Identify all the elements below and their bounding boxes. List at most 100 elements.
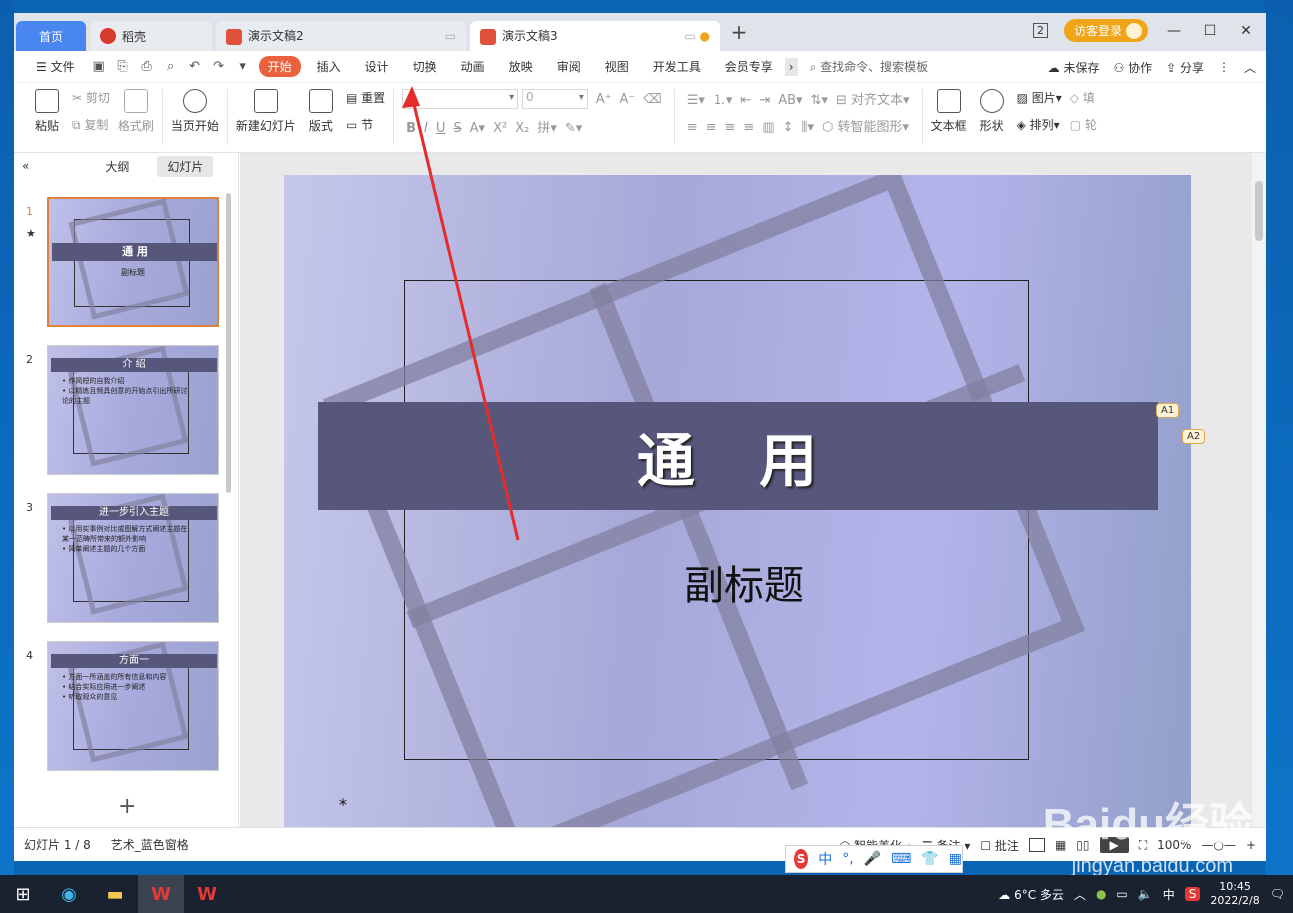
wps-app-icon[interactable]: W — [184, 875, 230, 913]
unsaved-button[interactable]: ☁ 未保存 — [1048, 59, 1100, 76]
canvas-scrollbar[interactable] — [1252, 153, 1266, 827]
export-pdf-icon[interactable]: ⎘ — [114, 59, 132, 74]
comment-marker[interactable]: A1 — [1156, 403, 1180, 418]
menu-start[interactable]: 开始 — [258, 56, 301, 77]
keyboard-icon[interactable]: ⌨ — [891, 851, 911, 867]
shrink-font-icon[interactable]: A⁻ — [620, 92, 636, 107]
superscript-icon[interactable]: X² — [493, 121, 507, 136]
subscript-icon[interactable]: X₂ — [515, 121, 529, 136]
align-text-button[interactable]: ⊟ 对齐文本▾ — [836, 93, 910, 108]
menu-view[interactable]: 视图 — [593, 58, 641, 75]
new-tab-button[interactable]: + — [724, 20, 754, 44]
textbox-button[interactable]: 文本框 — [931, 89, 967, 134]
align-left-icon[interactable]: ≡ — [687, 120, 698, 135]
print-preview-icon[interactable]: ⌕ — [162, 59, 180, 74]
toolbox-icon[interactable]: ▦ — [949, 851, 962, 867]
file-menu[interactable]: ☰ 文件 — [24, 58, 87, 75]
numbering-icon[interactable]: ⒈▾ — [713, 93, 733, 108]
sogou-tray-icon[interactable]: S — [1184, 887, 1201, 901]
line-spacing-icon[interactable]: ⇅▾ — [811, 93, 828, 108]
theme-name[interactable]: 艺术_蓝色窗格 — [101, 836, 199, 853]
panel-scrollbar[interactable] — [226, 193, 231, 493]
align-center-icon[interactable]: ≡ — [706, 120, 717, 135]
clear-format-icon[interactable]: ⌫ — [643, 92, 661, 107]
undo-icon[interactable]: ↶ — [186, 59, 204, 74]
cut-button[interactable]: ✂ 剪切 — [72, 89, 110, 106]
font-size-select[interactable]: 0 — [521, 89, 588, 109]
smart-shape-button[interactable]: ⬡ 转智能图形▾ — [822, 120, 909, 135]
tab-presentation2[interactable]: 演示文稿2 ▭ — [216, 21, 466, 51]
menu-animation[interactable]: 动画 — [449, 58, 497, 75]
add-slide-button[interactable]: + — [118, 794, 136, 819]
notification-icon[interactable]: 🗨 — [1270, 887, 1285, 901]
share-button[interactable]: ⇪ 分享 — [1166, 59, 1204, 76]
punctuation-icon[interactable]: °, — [842, 851, 853, 867]
slide-title[interactable]: 通 用 — [637, 414, 839, 498]
arrange-button[interactable]: ◈ 排列▾ — [1017, 116, 1062, 133]
volume-icon[interactable]: 🔈 — [1138, 887, 1153, 901]
copy-button[interactable]: ⧉ 复制 — [72, 116, 110, 133]
clock[interactable]: 10:45 2022/2/8 — [1210, 880, 1259, 908]
menu-transition[interactable]: 切换 — [401, 58, 449, 75]
tab-slides[interactable]: 幻灯片 — [157, 155, 214, 177]
new-slide-button[interactable]: 新建幻灯片 — [236, 89, 296, 134]
grow-font-icon[interactable]: A⁺ — [596, 92, 612, 107]
font-color-icon[interactable]: A▾ — [470, 121, 485, 136]
comment-marker[interactable]: A2 — [1182, 429, 1206, 444]
more-icon[interactable]: ⋮ — [1218, 60, 1230, 74]
window-count-badge[interactable]: 2 — [1032, 23, 1048, 38]
collapse-panel-icon[interactable]: « — [22, 159, 29, 173]
reset-button[interactable]: ▤ 重置 — [346, 89, 385, 106]
align-right-icon[interactable]: ≡ — [725, 120, 736, 135]
weather-widget[interactable]: ☁ 6°C 多云 — [998, 886, 1064, 903]
picture-button[interactable]: ▨ 图片▾ — [1017, 89, 1062, 106]
input-lang-indicator[interactable]: 中 — [1163, 886, 1175, 903]
menu-review[interactable]: 审阅 — [545, 58, 593, 75]
phonetic-icon[interactable]: 拼▾ — [537, 121, 557, 136]
outline-button[interactable]: ▢ 轮 — [1070, 116, 1097, 133]
font-family-select[interactable] — [402, 89, 519, 109]
menu-member[interactable]: 会员专享 — [713, 58, 785, 75]
minimize-icon[interactable]: — — [1164, 23, 1184, 39]
print-icon[interactable]: ⎙ — [138, 59, 156, 74]
tab-home[interactable]: 首页 — [16, 21, 86, 51]
bold-icon[interactable]: B — [406, 121, 416, 136]
comments-button[interactable]: ☐ 批注 — [980, 837, 1019, 854]
text-direction-icon[interactable]: AB▾ — [778, 93, 802, 108]
tab-outline[interactable]: 大纲 — [95, 156, 139, 177]
underline-icon[interactable]: U — [436, 121, 446, 136]
wps-app-icon[interactable]: W — [138, 875, 184, 913]
tab-presentation3[interactable]: 演示文稿3 ▭ ● — [470, 21, 720, 51]
play-from-current-button[interactable]: 当页开始 — [171, 89, 219, 134]
paste-button[interactable]: 粘贴 — [30, 89, 64, 134]
close-icon[interactable]: ✕ — [1236, 23, 1256, 39]
italic-icon[interactable]: I — [424, 121, 428, 136]
bullets-icon[interactable]: ☰▾ — [687, 93, 705, 108]
edge-browser-icon[interactable]: ◉ — [46, 875, 92, 913]
tray-app-icon[interactable]: ● — [1096, 887, 1106, 901]
menu-slideshow[interactable]: 放映 — [497, 58, 545, 75]
collapse-ribbon-icon[interactable]: ︿ — [1244, 59, 1256, 76]
quick-access-dropdown-icon[interactable]: ▾ — [234, 59, 252, 74]
menu-insert[interactable]: 插入 — [305, 58, 353, 75]
menu-developer[interactable]: 开发工具 — [641, 58, 713, 75]
tray-expand-icon[interactable]: ︿ — [1074, 886, 1086, 903]
shape-button[interactable]: 形状 — [975, 89, 1009, 134]
slide-subtitle[interactable]: 副标题 — [684, 553, 804, 611]
increase-indent-icon[interactable]: ⇥ — [759, 93, 770, 108]
highlight-icon[interactable]: ✎▾ — [565, 121, 582, 136]
layout-button[interactable]: 版式 — [304, 89, 338, 134]
fill-button[interactable]: ◇ 填 — [1070, 89, 1097, 106]
distribute-icon[interactable]: ▥ — [762, 120, 774, 135]
microphone-icon[interactable]: 🎤 — [864, 851, 881, 867]
redo-icon[interactable]: ↷ — [210, 59, 228, 74]
chevron-right-icon[interactable]: › — [784, 57, 798, 76]
title-placeholder[interactable]: 通 用 — [318, 402, 1158, 510]
skin-icon[interactable]: 👕 — [921, 851, 938, 867]
network-icon[interactable]: ▭ — [1116, 887, 1127, 901]
slide-1[interactable]: 通 用 副标题 * — [284, 175, 1191, 827]
command-search[interactable]: ⌕ 查找命令、搜索模板 — [798, 58, 941, 75]
section-button[interactable]: ▭ 节 — [346, 116, 385, 133]
collab-button[interactable]: ⚇ 协作 — [1114, 59, 1153, 76]
format-painter-button[interactable]: 格式刷 — [118, 89, 154, 134]
